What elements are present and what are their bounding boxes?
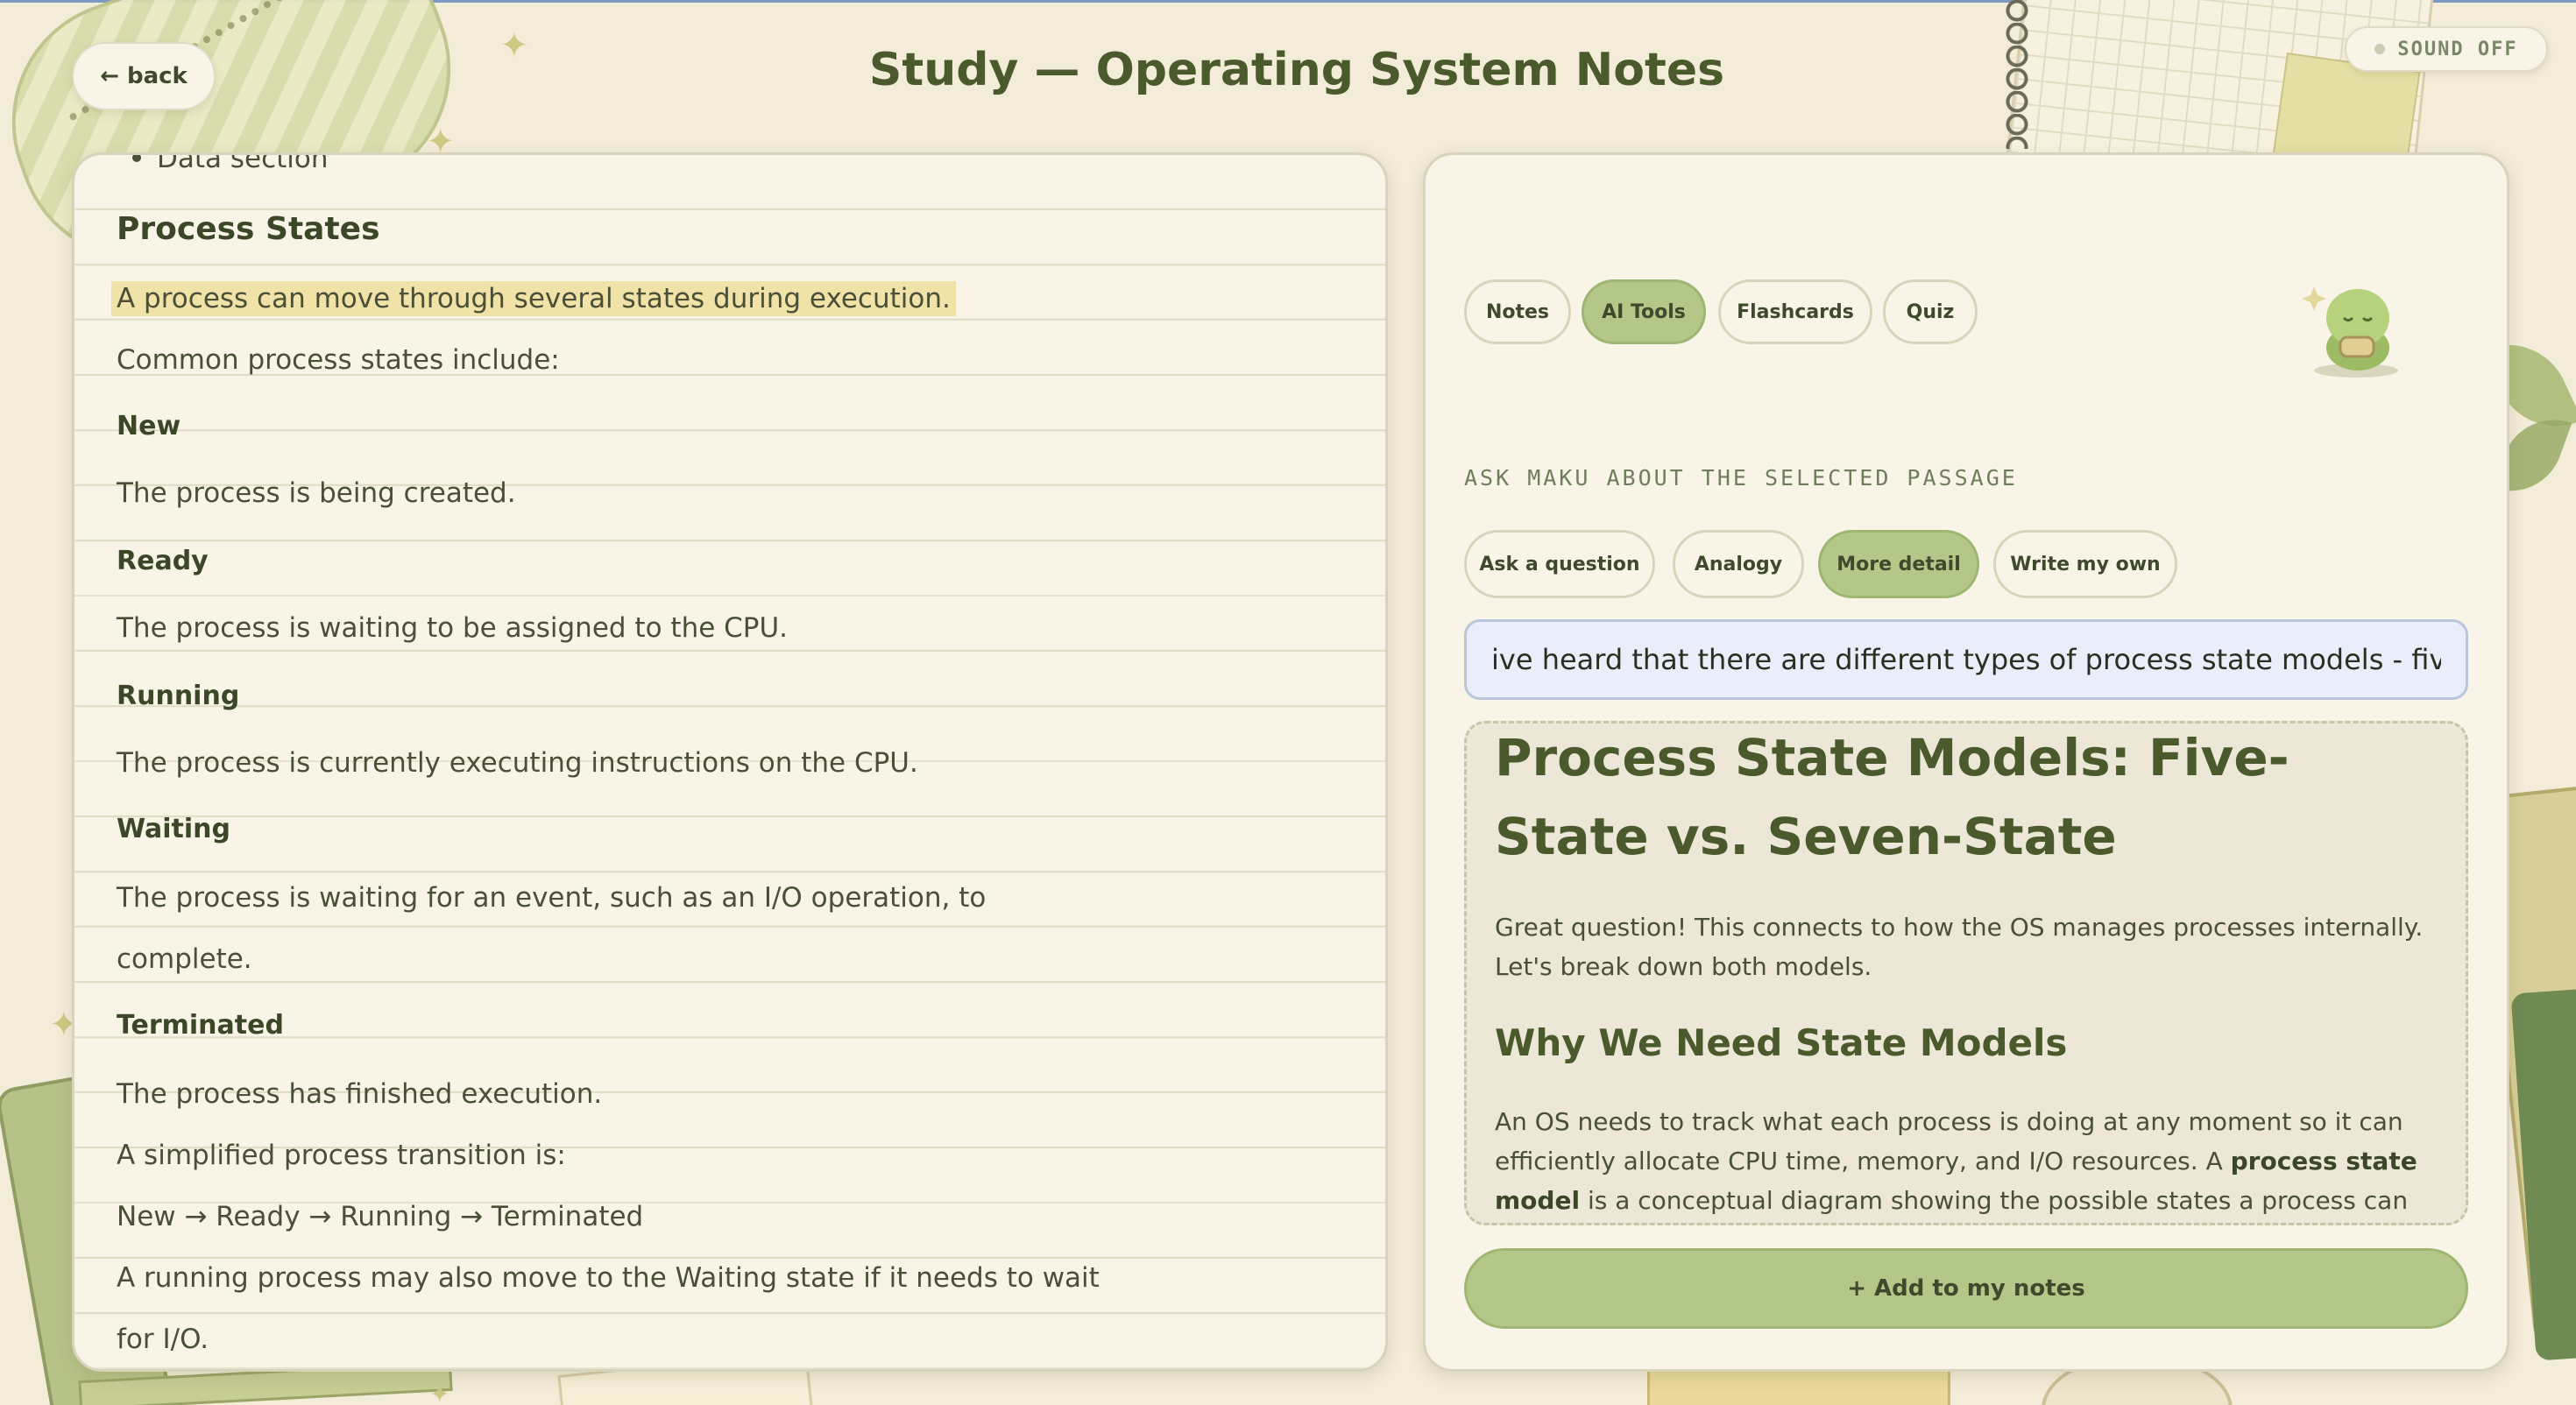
mode-ask-question-button[interactable]: Ask a question xyxy=(1464,530,1655,598)
note-line: The process is waiting to be assigned to… xyxy=(117,612,789,644)
mode-label: Ask a question xyxy=(1479,553,1640,575)
question-input[interactable] xyxy=(1464,619,2468,700)
mode-analogy-button[interactable]: Analogy xyxy=(1673,530,1804,598)
answer-title: Process State Models: Five-State vs. Sev… xyxy=(1495,728,2289,866)
back-button-label: ← back xyxy=(100,63,188,89)
add-to-notes-label: + Add to my notes xyxy=(1847,1275,2085,1302)
note-line: The process is being created. xyxy=(117,477,516,509)
sound-status-dot-icon xyxy=(2374,44,2386,54)
answer-subheading: Why We Need State Models xyxy=(1495,1021,2068,1064)
note-line: The process has finished execution. xyxy=(117,1078,603,1110)
tab-label: AI Tools xyxy=(1602,300,1686,323)
note-line: for I/O. xyxy=(117,1324,209,1355)
note-heading: Process States xyxy=(117,211,380,247)
bullet-icon xyxy=(132,155,141,162)
answer-body: An OS needs to track what each process i… xyxy=(1495,1102,2441,1223)
answer-intro: Great question! This connects to how the… xyxy=(1495,913,2424,981)
sprout-mascot-icon xyxy=(2302,286,2398,378)
tab-quiz[interactable]: Quiz xyxy=(1883,279,1978,344)
mode-write-own-button[interactable]: Write my own xyxy=(1993,530,2177,598)
tab-label: Notes xyxy=(1485,300,1550,323)
notes-panel: Data section Process States A process ca… xyxy=(72,152,1388,1372)
study-scene: ✦ ✦ ✦ ✦ ← back Study — Operating System … xyxy=(0,0,2576,1405)
page-title: Study — Operating System Notes xyxy=(868,44,1725,96)
tab-label: Quiz xyxy=(1906,300,1955,323)
add-to-notes-button[interactable]: + Add to my notes xyxy=(1464,1248,2468,1329)
ai-tools-panel: Notes AI Tools Flashcards Quiz ASK MAKU … xyxy=(1423,152,2509,1372)
note-line: A simplified process transition is: xyxy=(117,1140,566,1171)
notebook-spiral-decoration xyxy=(1999,0,2035,149)
highlighted-passage[interactable]: A process can move through several state… xyxy=(111,281,956,316)
star-icon: ✦ xyxy=(499,25,529,66)
tab-ai-tools[interactable]: AI Tools xyxy=(1582,279,1706,344)
mode-label: More detail xyxy=(1836,553,1961,575)
note-line: complete. xyxy=(117,943,252,975)
answer-text: is a conceptual diagram showing the poss… xyxy=(1587,1186,2409,1215)
notes-scroll-area[interactable]: Data section Process States A process ca… xyxy=(74,155,1385,1369)
note-subheading: Ready xyxy=(117,546,209,576)
sound-toggle-label: SOUND OFF xyxy=(2397,38,2518,60)
ai-answer-box[interactable]: Process State Models: Five-State vs. Sev… xyxy=(1464,721,2468,1225)
note-line-text: Data section xyxy=(157,152,329,174)
section-label: ASK MAKU ABOUT THE SELECTED PASSAGE xyxy=(1464,465,2018,491)
note-line: Data section xyxy=(117,152,329,174)
mode-label: Write my own xyxy=(2010,553,2161,575)
answer-bold-term: process state xyxy=(2230,1147,2417,1176)
note-subheading: New xyxy=(117,411,181,441)
tab-label: Flashcards xyxy=(1737,300,1854,323)
note-line: The process is waiting for an event, suc… xyxy=(117,882,987,914)
sound-toggle-button[interactable]: SOUND OFF xyxy=(2345,26,2548,72)
mode-label: Analogy xyxy=(1694,553,1783,575)
tab-notes[interactable]: Notes xyxy=(1464,279,1571,344)
note-line: A running process may also move to the W… xyxy=(117,1262,1100,1294)
note-subheading: Terminated xyxy=(117,1010,284,1041)
note-line: Common process states include: xyxy=(117,344,560,376)
mode-more-detail-button[interactable]: More detail xyxy=(1818,530,1979,598)
note-subheading: Running xyxy=(117,681,240,711)
star-icon: ✦ xyxy=(429,1380,450,1405)
back-button[interactable]: ← back xyxy=(72,42,216,110)
note-subheading: Waiting xyxy=(117,814,231,844)
tab-flashcards[interactable]: Flashcards xyxy=(1718,279,1872,344)
note-line[interactable]: A process can move through several state… xyxy=(111,281,956,316)
note-line: New → Ready → Running → Terminated xyxy=(117,1201,644,1232)
note-line: The process is currently executing instr… xyxy=(117,747,918,779)
answer-bold-term: model xyxy=(1495,1186,1581,1215)
